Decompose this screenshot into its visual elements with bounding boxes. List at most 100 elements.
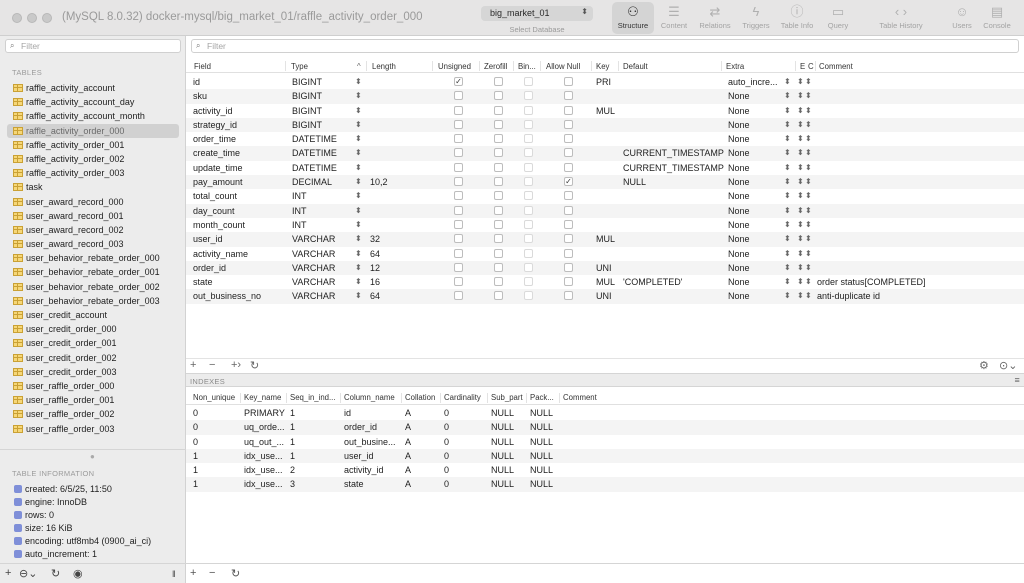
toolbar-triggers-button[interactable]: ϟ Triggers: [735, 2, 777, 34]
field-name-cell[interactable]: month_count: [193, 220, 245, 230]
field-name-cell[interactable]: user_id: [193, 234, 223, 244]
index-header-cell[interactable]: Key_name: [244, 393, 281, 402]
type-cell[interactable]: VARCHAR: [292, 291, 335, 301]
zerofill-checkbox[interactable]: [494, 234, 503, 244]
chevron-updown-icon[interactable]: ⬍: [784, 206, 791, 215]
chevron-updown-icon[interactable]: ⬍: [797, 277, 804, 286]
extra-cell[interactable]: None: [728, 148, 750, 158]
sidebar-table-item[interactable]: raffle_activity_order_001: [0, 138, 186, 152]
chevron-updown-icon[interactable]: ⬍: [355, 177, 362, 186]
unsigned-checkbox[interactable]: [454, 234, 463, 244]
length-cell[interactable]: 16: [370, 277, 380, 287]
sidebar-table-item[interactable]: user_award_record_001: [0, 209, 186, 223]
chevron-updown-icon[interactable]: ⬍: [355, 191, 362, 200]
key-cell[interactable]: PRI: [596, 77, 611, 87]
chevron-updown-icon[interactable]: ⬍: [784, 91, 791, 100]
unsigned-checkbox[interactable]: [454, 191, 463, 201]
comment-cell[interactable]: order status[COMPLETED]: [817, 277, 926, 287]
chevron-updown-icon[interactable]: ⬍: [805, 220, 812, 229]
chevron-updown-icon[interactable]: ⬍: [805, 91, 812, 100]
chevron-updown-icon[interactable]: ⬍: [797, 291, 804, 300]
index-header-cell[interactable]: Sub_part: [491, 393, 523, 402]
chevron-updown-icon[interactable]: ⬍: [784, 77, 791, 86]
allow-null-checkbox[interactable]: [564, 119, 573, 129]
sidebar-filter-input[interactable]: ⌕ Filter: [5, 39, 181, 53]
chevron-updown-icon[interactable]: ⬍: [784, 249, 791, 258]
refresh-icon[interactable]: ↻: [51, 567, 60, 580]
sidebar-table-item[interactable]: raffle_activity_order_000: [7, 123, 179, 138]
default-cell[interactable]: CURRENT_TIMESTAMP: [623, 148, 724, 158]
header-length[interactable]: Length: [372, 62, 396, 71]
chevron-updown-icon[interactable]: ⬍: [797, 191, 804, 200]
sidebar-table-item[interactable]: user_behavior_rebate_order_000: [0, 251, 186, 265]
binary-checkbox[interactable]: [524, 162, 533, 172]
zerofill-checkbox[interactable]: [494, 191, 503, 201]
length-cell[interactable]: 12: [370, 263, 380, 273]
zerofill-checkbox[interactable]: [494, 105, 503, 115]
field-name-cell[interactable]: order_id: [193, 263, 226, 273]
chevron-updown-icon[interactable]: ⬍: [805, 77, 812, 86]
chevron-updown-icon[interactable]: ⬍: [355, 263, 362, 272]
chevron-updown-icon[interactable]: ⬍: [784, 291, 791, 300]
sidebar-table-item[interactable]: task: [0, 180, 186, 194]
extra-cell[interactable]: None: [728, 191, 750, 201]
chevron-updown-icon[interactable]: ⬍: [805, 291, 812, 300]
binary-checkbox[interactable]: [524, 191, 533, 201]
field-name-cell[interactable]: activity_name: [193, 249, 248, 259]
table-row[interactable]: month_count INT ⬍ None ⬍ ⬍ ⬍: [186, 218, 1024, 232]
extra-cell[interactable]: None: [728, 291, 750, 301]
chevron-updown-icon[interactable]: ⬍: [784, 263, 791, 272]
sidebar-table-item[interactable]: user_raffle_order_001: [0, 393, 186, 407]
database-select[interactable]: big_market_01 ⬍: [481, 6, 593, 21]
chevron-updown-icon[interactable]: ⬍: [355, 234, 362, 243]
sidebar-table-item[interactable]: user_award_record_002: [0, 223, 186, 237]
chevron-updown-icon[interactable]: ⬍: [784, 220, 791, 229]
zerofill-checkbox[interactable]: [494, 262, 503, 272]
zerofill-checkbox[interactable]: [494, 248, 503, 258]
field-name-cell[interactable]: pay_amount: [193, 177, 243, 187]
chevron-updown-icon[interactable]: ⬍: [355, 91, 362, 100]
toolbar-relations-button[interactable]: ⇄ Relations: [694, 2, 736, 34]
default-cell[interactable]: CURRENT_TIMESTAMP: [623, 163, 724, 173]
table-row[interactable]: day_count INT ⬍ None ⬍ ⬍ ⬍: [186, 203, 1024, 218]
chevron-updown-icon[interactable]: ⬍: [355, 134, 362, 143]
table-row[interactable]: 1 idx_use... 3 state A 0 NULL NULL: [186, 477, 1024, 492]
unsigned-checkbox[interactable]: [454, 219, 463, 229]
allow-null-checkbox[interactable]: [564, 91, 573, 101]
toolbar-table-info-button[interactable]: ⓘ Table Info: [776, 2, 818, 34]
extra-cell[interactable]: None: [728, 206, 750, 216]
zerofill-checkbox[interactable]: [494, 291, 503, 301]
type-cell[interactable]: VARCHAR: [292, 234, 335, 244]
sidebar-table-item[interactable]: raffle_activity_account_month: [0, 109, 186, 123]
sidebar-table-item[interactable]: user_behavior_rebate_order_001: [0, 265, 186, 279]
table-actions-menu-button[interactable]: ⊖⌄: [19, 567, 37, 580]
chevron-updown-icon[interactable]: ⬍: [805, 191, 812, 200]
binary-checkbox[interactable]: [524, 91, 533, 101]
chevron-updown-icon[interactable]: ⬍: [805, 177, 812, 186]
sidebar-table-item[interactable]: user_credit_account: [0, 308, 186, 322]
chevron-updown-icon[interactable]: ⬍: [355, 277, 362, 286]
chevron-updown-icon[interactable]: ⬍: [805, 163, 812, 172]
chevron-updown-icon[interactable]: ⬍: [797, 120, 804, 129]
allow-null-checkbox[interactable]: [564, 134, 573, 144]
unsigned-checkbox[interactable]: [454, 248, 463, 258]
header-allow-null[interactable]: Allow Null: [546, 62, 580, 71]
unsigned-checkbox[interactable]: [454, 105, 463, 115]
index-header-cell[interactable]: Pack...: [530, 393, 554, 402]
header-comment[interactable]: Comment: [819, 62, 853, 71]
eye-icon[interactable]: ◉: [73, 567, 83, 580]
more-options-button[interactable]: ⊙⌄: [999, 359, 1017, 372]
index-header-cell[interactable]: Column_name: [344, 393, 395, 402]
extra-cell[interactable]: None: [728, 163, 750, 173]
chevron-updown-icon[interactable]: ⬍: [805, 106, 812, 115]
toolbar-query-button[interactable]: ▭ Query: [817, 2, 859, 34]
unsigned-checkbox[interactable]: [454, 291, 463, 301]
chevron-updown-icon[interactable]: ⬍: [784, 120, 791, 129]
toolbar-console-button[interactable]: ▤ Console: [976, 2, 1018, 34]
sidebar-table-item[interactable]: user_credit_order_003: [0, 365, 186, 379]
chevron-updown-icon[interactable]: ⬍: [355, 106, 362, 115]
chevron-updown-icon[interactable]: ⬍: [797, 91, 804, 100]
extra-cell[interactable]: None: [728, 134, 750, 144]
chevron-updown-icon[interactable]: ⬍: [797, 206, 804, 215]
binary-checkbox[interactable]: [524, 291, 533, 301]
